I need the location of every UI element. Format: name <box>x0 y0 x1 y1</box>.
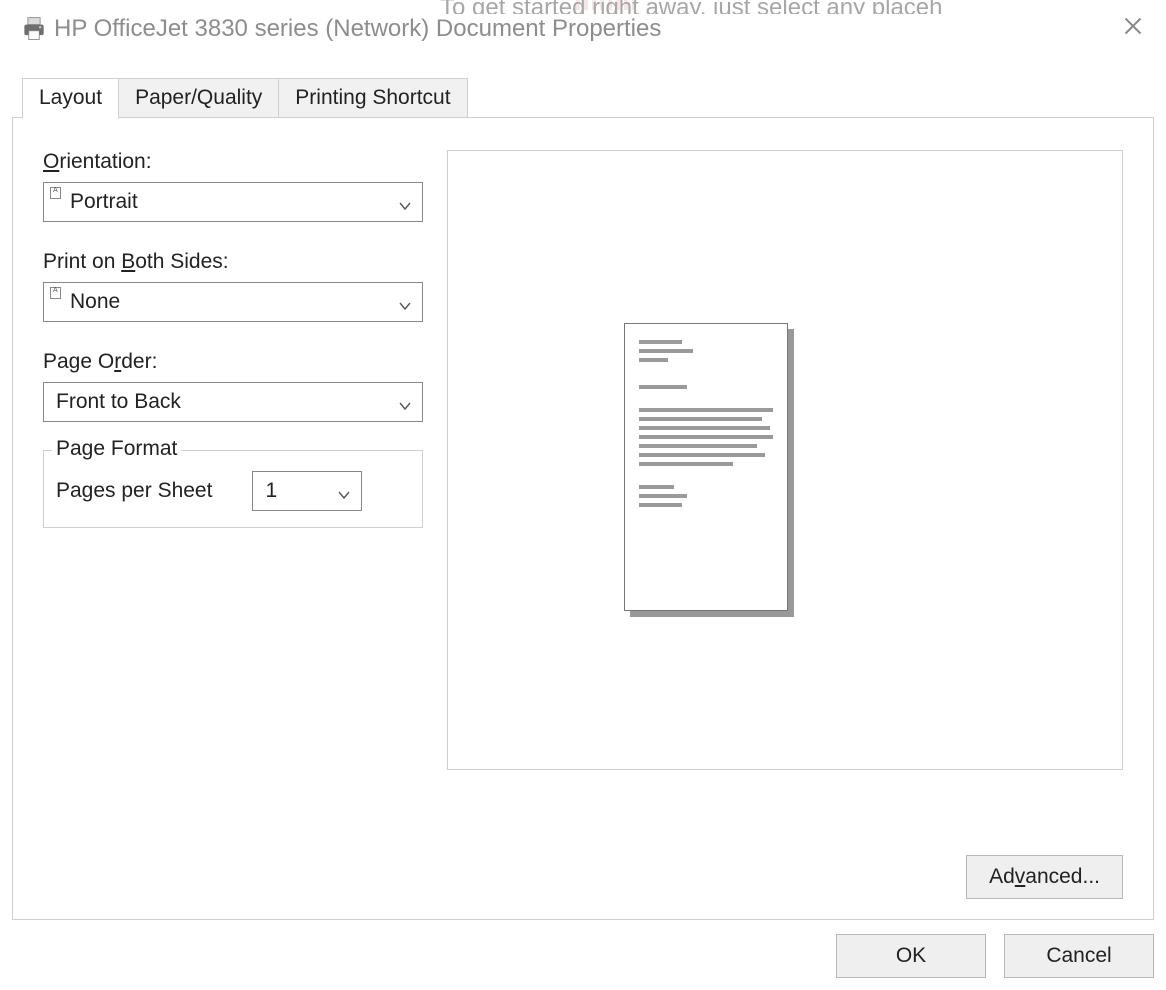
chevron-down-icon <box>398 395 412 409</box>
chevron-down-icon <box>398 295 412 309</box>
both-sides-select[interactable]: None <box>43 282 423 322</box>
page-order-value: Front to Back <box>56 390 181 414</box>
advanced-button[interactable]: Advanced... <box>966 855 1123 899</box>
orientation-value: Portrait <box>70 190 138 214</box>
window-title: HP OfficeJet 3830 series (Network) Docum… <box>54 15 1110 43</box>
page-format-legend: Page Format <box>52 437 181 461</box>
pages-per-sheet-label: Pages per Sheet <box>56 479 212 503</box>
chevron-down-icon <box>398 195 412 209</box>
orientation-select[interactable]: Portrait <box>43 182 423 222</box>
tab-printing-shortcut[interactable]: Printing Shortcut <box>279 78 467 118</box>
pages-per-sheet-select[interactable]: 1 <box>252 471 362 511</box>
both-sides-label: Print on Both Sides: <box>43 250 423 274</box>
page-portrait-icon <box>50 187 61 199</box>
dialog-body: Layout Paper/Quality Printing Shortcut O… <box>12 78 1154 990</box>
cancel-button[interactable]: Cancel <box>1004 934 1154 978</box>
background-text: To get started right away, just select a… <box>440 0 1166 14</box>
dialog-actions: OK Cancel <box>836 934 1154 978</box>
close-icon <box>1123 16 1143 42</box>
tabstrip: Layout Paper/Quality Printing Shortcut <box>22 78 1154 118</box>
printer-icon <box>20 15 48 43</box>
page-order-label: Page Order: <box>43 350 423 374</box>
page-format-group: Page Format Pages per Sheet 1 <box>43 450 423 528</box>
orientation-label: Orientation: <box>43 150 423 174</box>
preview-box <box>447 150 1123 770</box>
both-sides-value: None <box>70 290 120 314</box>
page-icon <box>50 287 61 299</box>
preview-page <box>624 323 788 611</box>
pages-per-sheet-value: 1 <box>265 479 277 503</box>
page-order-select[interactable]: Front to Back <box>43 382 423 422</box>
ok-button[interactable]: OK <box>836 934 986 978</box>
tabpanel-layout: Orientation: Portrait Print on Both Side… <box>12 117 1154 920</box>
tab-paper-quality[interactable]: Paper/Quality <box>119 78 279 118</box>
chevron-down-icon <box>337 484 351 498</box>
tab-layout[interactable]: Layout <box>22 78 119 119</box>
